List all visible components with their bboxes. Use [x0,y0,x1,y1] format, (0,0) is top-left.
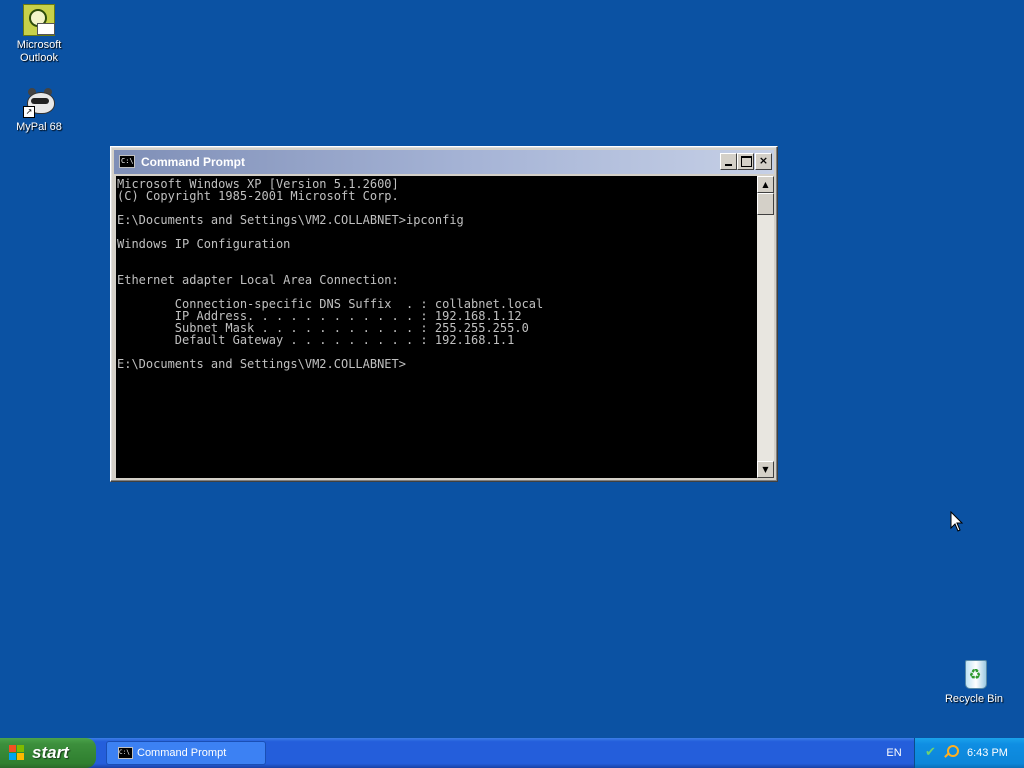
taskbar-item-label: Command Prompt [137,747,227,759]
window-titlebar[interactable]: C:\ Command Prompt × [114,150,774,174]
taskbar: start C:\ Command Prompt EN ✔ 6:43 PM [0,738,1024,768]
windows-logo-icon [9,745,25,761]
taskbar-item-command-prompt[interactable]: C:\ Command Prompt [106,741,266,765]
scroll-up-button[interactable]: ▲ [757,176,774,193]
language-indicator[interactable]: EN [880,738,908,768]
cmd-icon: C:\ [118,747,133,759]
scroll-down-button[interactable]: ▼ [757,461,774,478]
search-icon[interactable] [943,745,959,759]
minimize-button[interactable] [720,153,737,170]
mypal-label: MyPal 68 [16,121,62,133]
network-icon[interactable]: ✔ [925,746,939,760]
mypal-raccoon-icon: ↗ [23,86,55,118]
shortcut-arrow-icon: ↗ [23,106,35,118]
system-tray: ✔ 6:43 PM [914,738,1024,768]
recycle-bin-icon: ♻ [958,658,990,690]
start-label: start [32,743,69,762]
start-button[interactable]: start [0,738,96,768]
console-output[interactable]: Microsoft Windows XP [Version 5.1.2600] … [116,176,757,478]
clock[interactable]: 6:43 PM [967,738,1008,768]
scroll-thumb[interactable] [757,193,774,215]
outlook-label-line2: Outlook [20,52,58,64]
close-button[interactable]: × [755,153,772,170]
cmd-icon[interactable]: C:\ [119,155,135,168]
desktop-icon-recycle-bin[interactable]: ♻ Recycle Bin [934,658,1014,706]
window-title: Command Prompt [141,155,246,169]
outlook-label-line1: Microsoft [16,39,62,51]
command-prompt-window[interactable]: C:\ Command Prompt × Microsoft Windows X… [110,146,778,482]
maximize-button[interactable] [737,153,754,170]
outlook-icon [23,4,55,36]
recycle-bin-label: Recycle Bin [944,693,1004,705]
console-text: Microsoft Windows XP [Version 5.1.2600] … [117,177,544,371]
desktop-icon-outlook[interactable]: Microsoft Outlook [0,4,79,65]
desktop-icon-mypal[interactable]: ↗ MyPal 68 [0,86,79,134]
vertical-scrollbar[interactable]: ▲ ▼ [757,176,774,478]
